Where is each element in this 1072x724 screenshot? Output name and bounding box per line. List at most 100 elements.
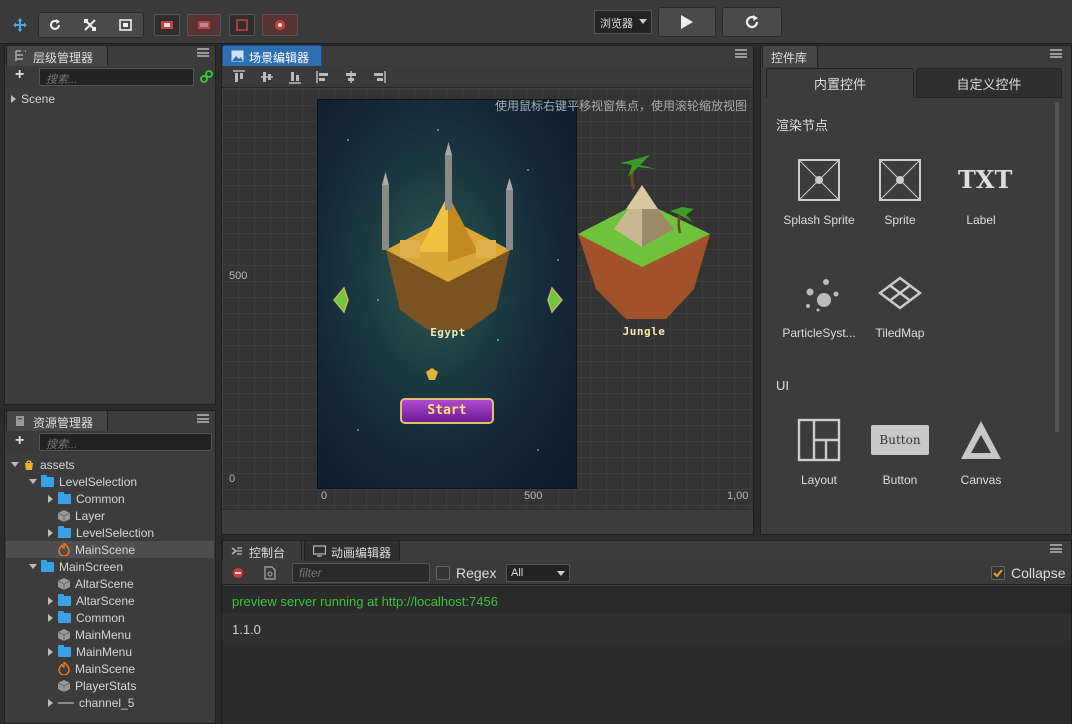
tab-builtin-widgets[interactable]: 内置控件 <box>766 68 914 98</box>
asset-item-prefab[interactable]: AltarScene <box>58 575 134 592</box>
asset-item-folder[interactable]: LevelSelection <box>29 473 137 490</box>
console-log-area[interactable]: preview server running at http://localho… <box>222 586 1071 724</box>
asset-item-folder[interactable]: MainScreen <box>29 558 123 575</box>
tab-widget-library[interactable]: 控件库 <box>762 45 818 67</box>
chevron-down-icon <box>29 564 37 569</box>
chevron-down-icon <box>29 479 37 484</box>
move-icon <box>13 18 27 32</box>
tab-scene-editor[interactable]: 场景编辑器 <box>222 45 322 67</box>
hierarchy-menu-icon[interactable] <box>197 48 209 57</box>
terminal-icon <box>231 547 242 555</box>
asset-item-folder[interactable]: AltarScene <box>48 592 135 609</box>
align-bottom-icon[interactable] <box>288 70 302 84</box>
tab-assets-label: 资源管理器 <box>33 416 94 430</box>
assets-add-button[interactable]: + <box>15 432 24 450</box>
widget-tiledmap[interactable]: TiledMap <box>860 270 940 340</box>
game-canvas[interactable]: Egypt Start <box>317 99 577 489</box>
widget-sprite[interactable]: Sprite <box>860 157 940 227</box>
align-vcenter-icon[interactable] <box>260 70 274 84</box>
widget-label: Sprite <box>884 213 916 227</box>
splash-sprite-icon <box>798 159 840 201</box>
align-right-icon[interactable] <box>372 70 386 84</box>
align-top-icon[interactable] <box>232 70 246 84</box>
widget-label[interactable]: TXT Label <box>941 157 1021 227</box>
regex-label: Regex <box>456 565 497 581</box>
move-tool-button[interactable] <box>6 12 34 38</box>
scale-tool-button[interactable] <box>79 12 101 38</box>
collapse-checkbox[interactable] <box>991 566 1005 580</box>
asset-item-folder[interactable]: MainMenu <box>48 643 132 660</box>
widget-layout[interactable]: Layout <box>779 417 859 487</box>
console-filter-input[interactable]: filter <box>292 563 430 583</box>
hierarchy-add-button[interactable]: + <box>15 66 24 84</box>
tab-assets[interactable]: 资源管理器 <box>6 410 108 432</box>
widget-canvas[interactable]: Canvas <box>941 417 1021 487</box>
folder-icon <box>41 474 54 487</box>
asset-item-scene[interactable]: MainScene <box>58 660 135 677</box>
regex-checkbox[interactable] <box>436 566 450 580</box>
scene-viewport[interactable]: Egypt Start Jungle 使用鼠标右键平移视窗焦点，使用滚轮缩放视图… <box>222 89 753 509</box>
asset-item-folder[interactable]: LevelSelection <box>48 524 154 541</box>
asset-item-label: Layer <box>75 508 106 523</box>
hierarchy-search-input[interactable]: 搜索... <box>39 68 194 86</box>
asset-item-file[interactable]: channel_5 <box>48 694 134 711</box>
link-icon[interactable] <box>200 70 213 83</box>
asset-item-scene[interactable]: MainScene <box>58 541 135 558</box>
asset-item-label: LevelSelection <box>76 525 155 540</box>
asset-item-prefab[interactable]: Layer <box>58 507 105 524</box>
library-menu-icon[interactable] <box>1050 49 1062 58</box>
coordinate-icon <box>198 21 210 29</box>
pivot-mode-button[interactable] <box>154 14 180 36</box>
assets-icon <box>16 416 24 426</box>
scene-editor-menu-icon[interactable] <box>735 49 747 58</box>
jungle-island <box>578 155 710 319</box>
tab-hierarchy[interactable]: 层级管理器 <box>6 45 108 67</box>
align-left-icon[interactable] <box>316 70 330 84</box>
widget-label: ParticleSyst... <box>782 326 856 340</box>
asset-item-label: AltarScene <box>76 593 135 608</box>
asset-item-label: Common <box>76 491 125 506</box>
tab-animation-editor[interactable]: 动画编辑器 <box>304 540 400 562</box>
clear-log-icon[interactable] <box>232 567 244 579</box>
prefab-icon <box>58 509 70 522</box>
refresh-button[interactable] <box>722 7 782 37</box>
snap-icon <box>236 19 248 31</box>
hierarchy-item-scene[interactable]: Scene <box>11 90 55 107</box>
asset-item-label: assets <box>40 457 75 472</box>
platform-select[interactable]: 浏览器 <box>594 10 652 34</box>
console-menu-icon[interactable] <box>1050 544 1062 553</box>
asset-item-assets[interactable]: assets <box>11 456 75 473</box>
chevron-right-icon <box>11 94 16 103</box>
asset-item-folder[interactable]: Common <box>48 490 125 507</box>
gizmo-button[interactable] <box>262 14 298 36</box>
assets-menu-icon[interactable] <box>197 414 209 423</box>
widget-particle-system[interactable]: ParticleSyst... <box>779 270 859 340</box>
open-log-file-icon[interactable] <box>264 566 276 580</box>
button-icon: Button <box>871 417 929 463</box>
tab-hierarchy-label: 层级管理器 <box>33 51 94 65</box>
egypt-island <box>382 142 513 330</box>
start-button[interactable]: Start <box>400 398 494 424</box>
rect-tool-button[interactable] <box>114 12 136 38</box>
widget-splash-sprite[interactable]: Splash Sprite <box>779 157 859 227</box>
play-button[interactable] <box>658 7 716 37</box>
platform-select-value: 浏览器 <box>600 18 633 30</box>
sprite-icon <box>879 159 921 201</box>
tab-widget-library-label: 控件库 <box>771 51 808 65</box>
log-level-select[interactable]: All <box>506 564 570 582</box>
tab-custom-widgets[interactable]: 自定义控件 <box>916 68 1062 98</box>
widget-label: Layout <box>800 473 838 487</box>
main-toolbar: 浏览器 <box>0 0 1072 44</box>
tab-console[interactable]: 控制台 <box>222 540 302 562</box>
assets-search-input[interactable]: 搜索... <box>39 433 212 451</box>
asset-item-prefab[interactable]: MainMenu <box>58 626 131 643</box>
coordinate-mode-button[interactable] <box>187 14 221 36</box>
rotate-tool-button[interactable] <box>44 12 66 38</box>
asset-item-prefab[interactable]: PlayerStats <box>58 677 136 694</box>
asset-item-folder[interactable]: Common <box>48 609 125 626</box>
asset-item-label: MainMenu <box>75 627 132 642</box>
widget-button[interactable]: Button Button <box>860 417 940 487</box>
align-hcenter-icon[interactable] <box>344 70 358 84</box>
snap-button[interactable] <box>229 14 255 36</box>
library-scrollbar[interactable] <box>1055 102 1059 432</box>
